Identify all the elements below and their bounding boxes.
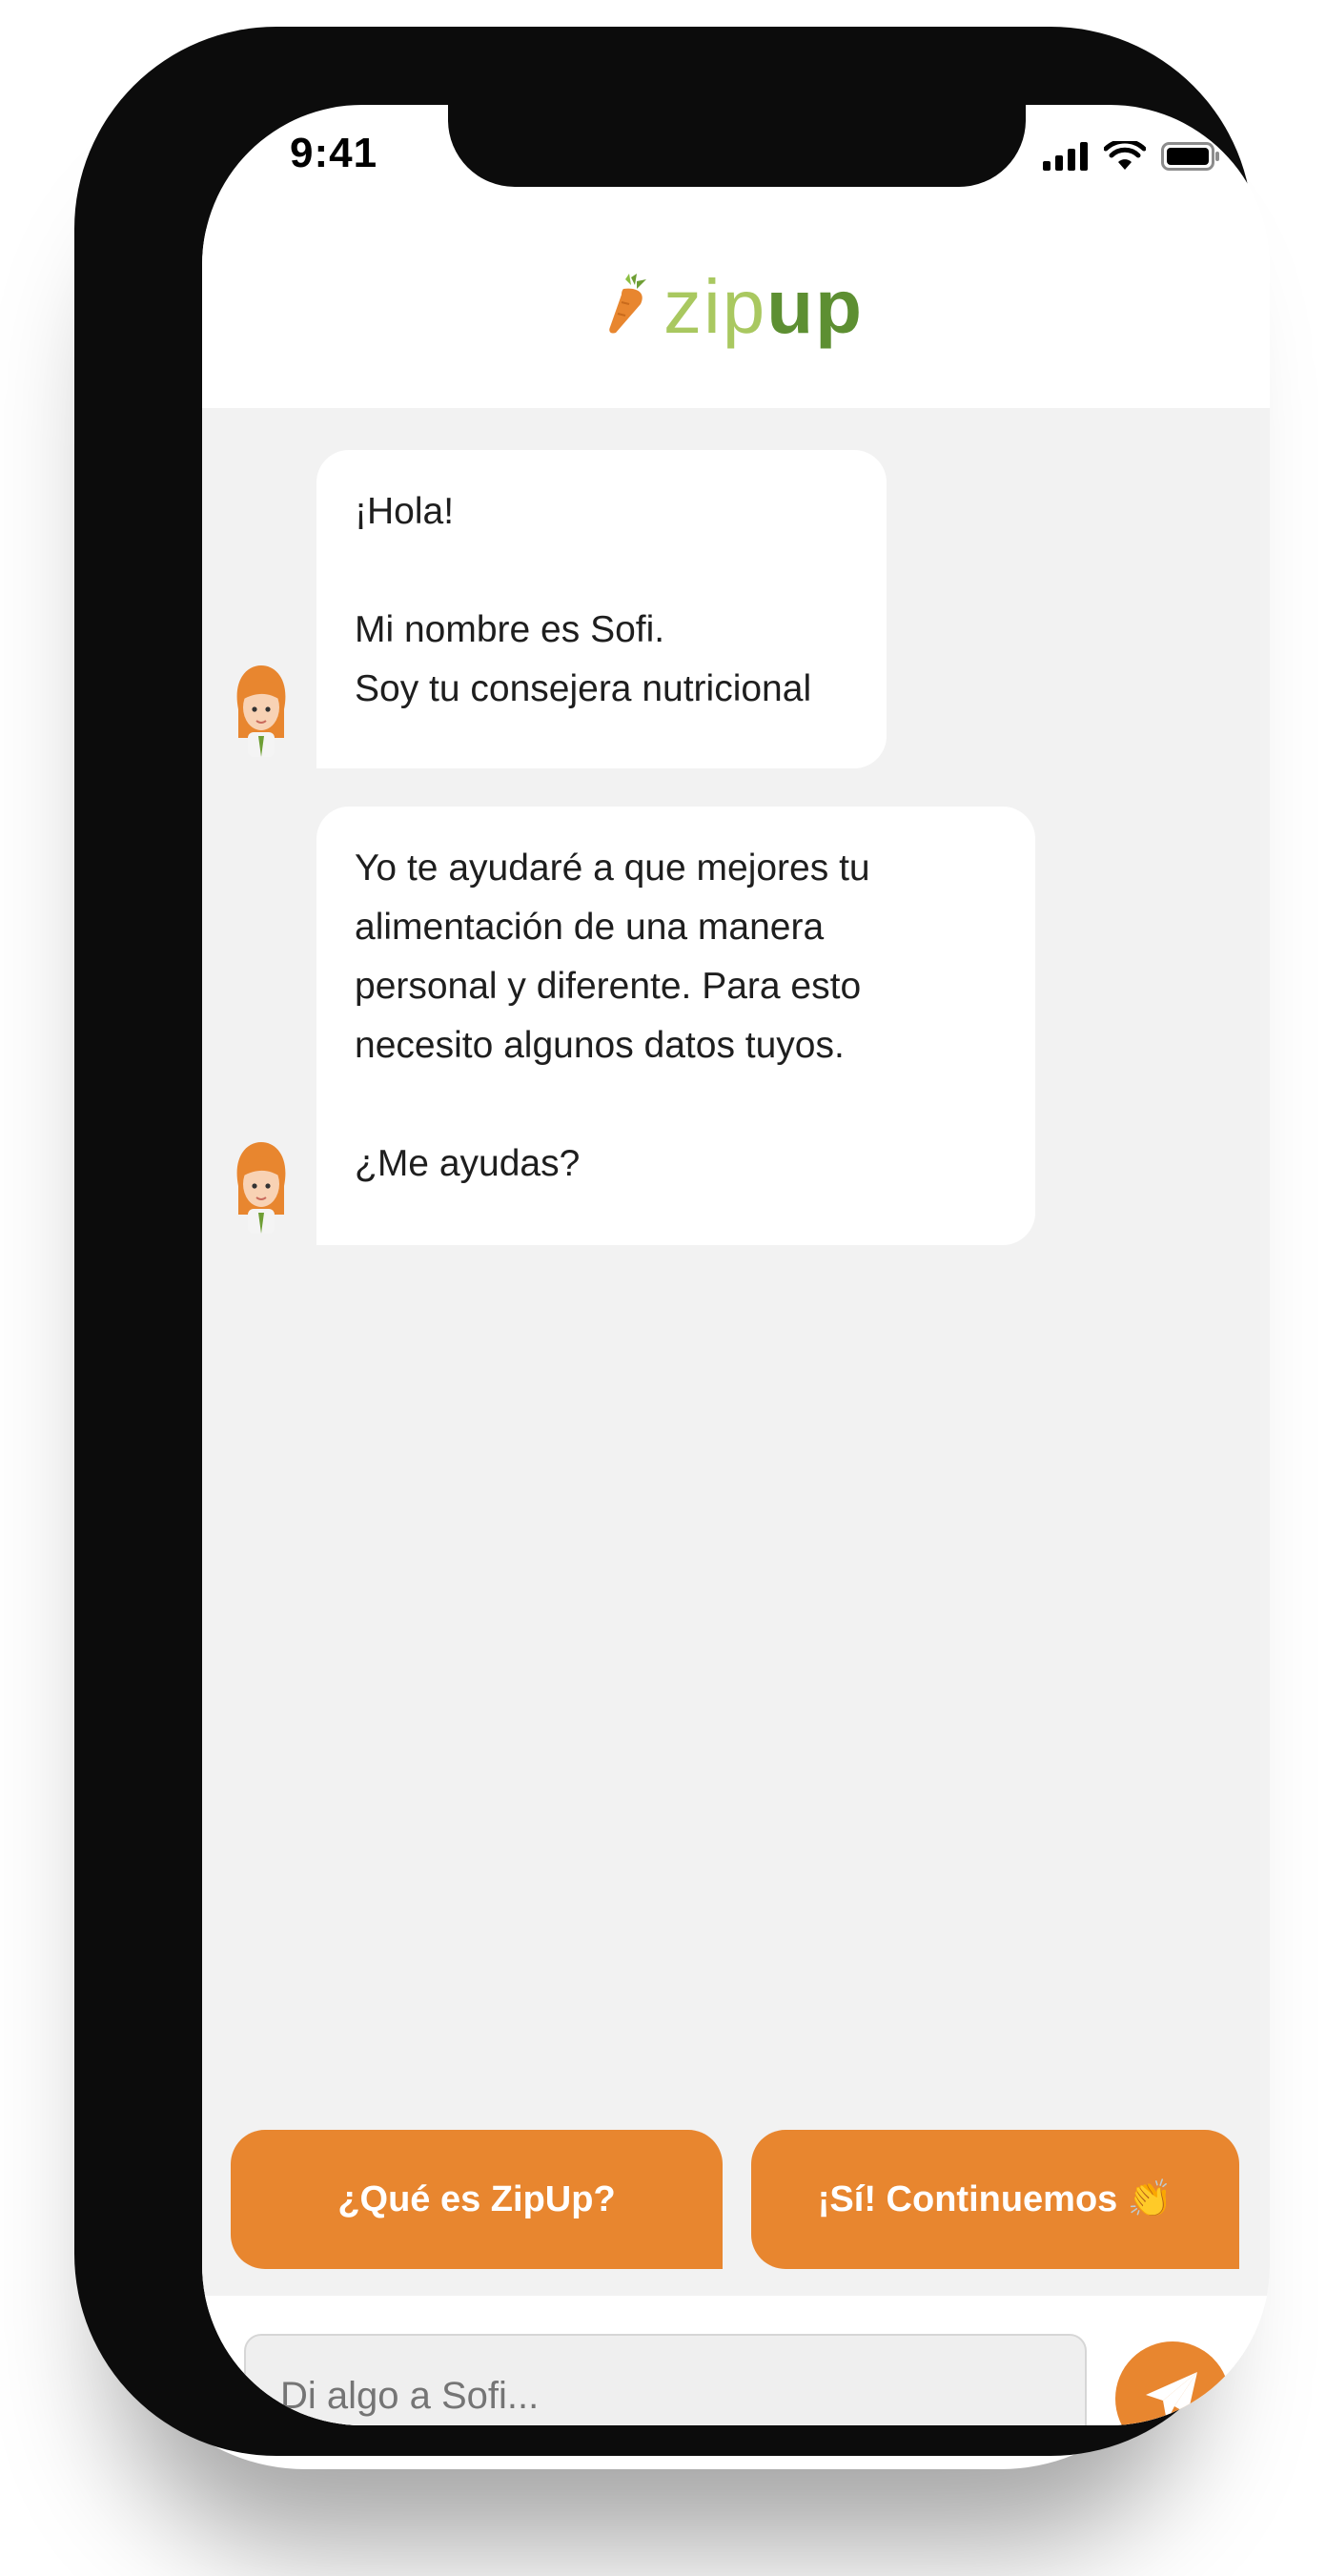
paper-plane-icon: [1144, 2370, 1201, 2426]
app-header: zipup: [202, 229, 1270, 408]
logo-text-light: zip: [663, 264, 767, 349]
sofi-avatar: [233, 662, 290, 757]
chat-area[interactable]: ¡Hola! Mi nombre es Sofi. Soy tu conseje…: [202, 408, 1270, 2296]
message-bubble: Yo te ayudaré a que mejores tu alimentac…: [316, 807, 1035, 1245]
app-screen: 9:41 zipup ¡Hola! Mi nombre es Sofi. Soy…: [202, 105, 1270, 2425]
zipup-logo: zipup: [608, 269, 864, 345]
notch: [448, 105, 1026, 187]
logo-text-bold: up: [766, 264, 864, 349]
message-bubble: ¡Hola! Mi nombre es Sofi. Soy tu conseje…: [316, 450, 887, 768]
logo-wordmark: zipup: [663, 269, 864, 345]
message-input[interactable]: [244, 2334, 1087, 2425]
wifi-icon: [1103, 138, 1147, 176]
sofi-avatar: [233, 1138, 290, 1234]
battery-icon: [1161, 142, 1220, 175]
phone-frame: 9:41 zipup ¡Hola! Mi nombre es Sofi. Soy…: [74, 27, 1270, 2456]
carrot-icon: [608, 273, 650, 341]
quick-replies: ¿Qué es ZipUp? ¡Sí! Continuemos 👏: [231, 2130, 1239, 2271]
send-button[interactable]: [1115, 2341, 1230, 2425]
continue-button[interactable]: ¡Sí! Continuemos 👏: [751, 2130, 1239, 2269]
status-time: 9:41: [290, 130, 378, 176]
cellular-signal-icon: [1043, 142, 1089, 175]
status-icons: [1043, 138, 1220, 176]
composer-bar: [202, 2296, 1270, 2425]
what-is-zipup-button[interactable]: ¿Qué es ZipUp?: [231, 2130, 723, 2269]
